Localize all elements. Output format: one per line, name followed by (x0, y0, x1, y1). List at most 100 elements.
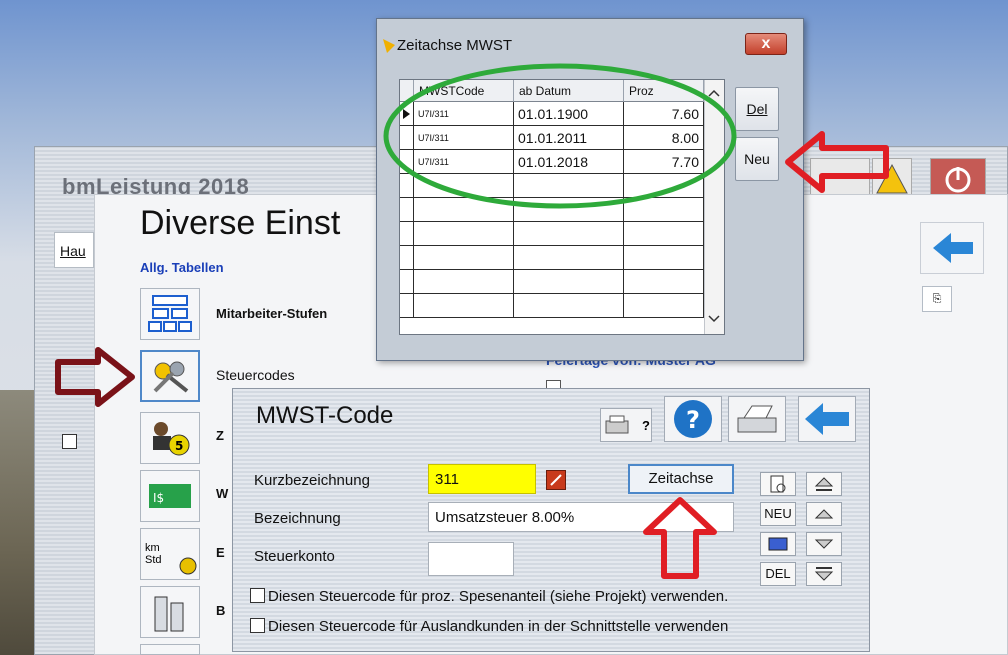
arrow-left-icon (805, 403, 849, 435)
empty-row[interactable] (400, 270, 724, 294)
del-button[interactable]: Del (735, 87, 779, 131)
empty-row[interactable] (400, 246, 724, 270)
empty-row[interactable] (400, 294, 724, 318)
empty-cell[interactable] (414, 270, 514, 294)
empty-cell[interactable] (514, 270, 624, 294)
item-label-z: Z (216, 428, 224, 443)
del-label: Del (746, 101, 768, 117)
close-button[interactable]: x (745, 33, 787, 55)
scroll-down-icon[interactable] (705, 308, 723, 328)
w-item-button[interactable]: I$ (140, 470, 200, 522)
dialog-title: Zeitachse MWST (397, 37, 513, 54)
steuerkonto-label: Steuerkonto (254, 548, 335, 565)
empty-cell[interactable] (624, 270, 704, 294)
first-record-button[interactable] (806, 472, 842, 496)
spesen-checkbox-label: Diesen Steuercode für proz. Spesenanteil… (268, 588, 729, 605)
print-preview-button[interactable] (728, 396, 786, 442)
mitarbeiter-stufen-button[interactable] (140, 288, 200, 340)
tab-haupt[interactable]: Hau (54, 232, 94, 268)
kurzbezeichnung-label: Kurzbezeichnung (254, 472, 370, 489)
empty-cell[interactable] (624, 246, 704, 270)
dark-red-arrow-icon (55, 347, 135, 407)
row-selector[interactable] (400, 222, 414, 246)
screen-button[interactable]: ⎘ (922, 286, 952, 312)
highlight-ellipse (383, 63, 737, 209)
tab-haupt-label: Hau (60, 243, 86, 259)
svg-text:?: ? (686, 406, 700, 434)
money-text: I$ (153, 491, 164, 505)
empty-row[interactable] (400, 222, 724, 246)
zeitachse-button[interactable]: Zeitachse (628, 464, 734, 494)
clock-icon (179, 557, 197, 575)
row-selector[interactable] (400, 270, 414, 294)
power-icon (945, 167, 971, 193)
next-item-button[interactable] (140, 644, 200, 655)
buildings-icon (154, 596, 184, 632)
z-item-button[interactable]: 5 (140, 412, 200, 464)
row-selector[interactable] (400, 246, 414, 270)
spesen-checkbox-row[interactable]: Diesen Steuercode für proz. Spesenanteil… (250, 588, 728, 605)
item-label-e: E (216, 545, 225, 560)
arrow-first-icon (814, 477, 834, 491)
document-search-icon (770, 475, 786, 493)
ausland-checkbox-label: Diesen Steuercode für Auslandkunden in d… (268, 618, 729, 635)
empty-cell[interactable] (414, 246, 514, 270)
item-label-w: W (216, 486, 229, 501)
new-record-button[interactable]: NEU (760, 502, 796, 526)
bezeichnung-label: Bezeichnung (254, 510, 341, 527)
item-label-b: B (216, 603, 226, 618)
empty-cell[interactable] (624, 294, 704, 318)
neu-label: Neu (744, 151, 770, 167)
item-label-steuercodes: Steuercodes (216, 367, 295, 383)
km-text: km (145, 542, 160, 554)
zeitachse-label: Zeitachse (648, 470, 714, 487)
empty-cell[interactable] (624, 222, 704, 246)
edit-field-button[interactable] (546, 470, 566, 490)
std-text: Std (145, 554, 162, 566)
printer-icon (605, 415, 629, 434)
person-five-icon: 5 (153, 422, 190, 456)
next-record-button[interactable] (806, 532, 842, 556)
preview-button[interactable] (760, 472, 796, 496)
ausland-checkbox-row[interactable]: Diesen Steuercode für Auslandkunden in d… (250, 618, 728, 635)
back-button[interactable] (798, 396, 856, 442)
previous-record-button[interactable] (806, 502, 842, 526)
spesen-checkbox[interactable] (250, 588, 265, 603)
list-icon (768, 537, 788, 551)
help-icon: ? (674, 400, 712, 438)
ausland-checkbox[interactable] (250, 618, 265, 633)
e-item-button[interactable]: km Std (140, 528, 200, 580)
empty-cell[interactable] (514, 222, 624, 246)
kurzbezeichnung-field[interactable]: 311 (428, 464, 536, 494)
steuercodes-button[interactable] (140, 350, 200, 402)
arrow-down-icon (814, 539, 834, 549)
print-button[interactable]: ? (600, 408, 652, 442)
empty-cell[interactable] (514, 294, 624, 318)
close-icon: x (761, 35, 771, 52)
last-record-button[interactable] (806, 562, 842, 586)
row-selector[interactable] (400, 294, 414, 318)
item-label-mitarbeiter: Mitarbeiter-Stufen (216, 306, 328, 321)
print-help-label: ? (642, 417, 650, 433)
empty-cell[interactable] (414, 222, 514, 246)
steuerkonto-field[interactable] (428, 542, 514, 576)
back-arrow-button[interactable] (920, 222, 984, 274)
section-subtitle: Allg. Tabellen (140, 260, 224, 275)
mwst-title: MWST-Code (256, 402, 394, 429)
empty-cell[interactable] (414, 294, 514, 318)
exit-button[interactable] (930, 158, 986, 198)
b-item-button[interactable] (140, 586, 200, 638)
neu-nav-label: NEU (764, 506, 792, 521)
arrow-left-icon (933, 233, 973, 263)
back-checkbox[interactable] (62, 434, 77, 449)
org-chart-icon (148, 295, 192, 332)
arrow-last-icon (814, 567, 834, 581)
keys-icon (153, 361, 189, 393)
screen-icon: ⎘ (932, 293, 942, 305)
currency-note-icon: I$ (149, 484, 191, 508)
empty-cell[interactable] (514, 246, 624, 270)
help-button[interactable]: ? (664, 396, 722, 442)
list-button[interactable] (760, 532, 796, 556)
neu-button[interactable]: Neu (735, 137, 779, 181)
delete-record-button[interactable]: DEL (760, 562, 796, 586)
